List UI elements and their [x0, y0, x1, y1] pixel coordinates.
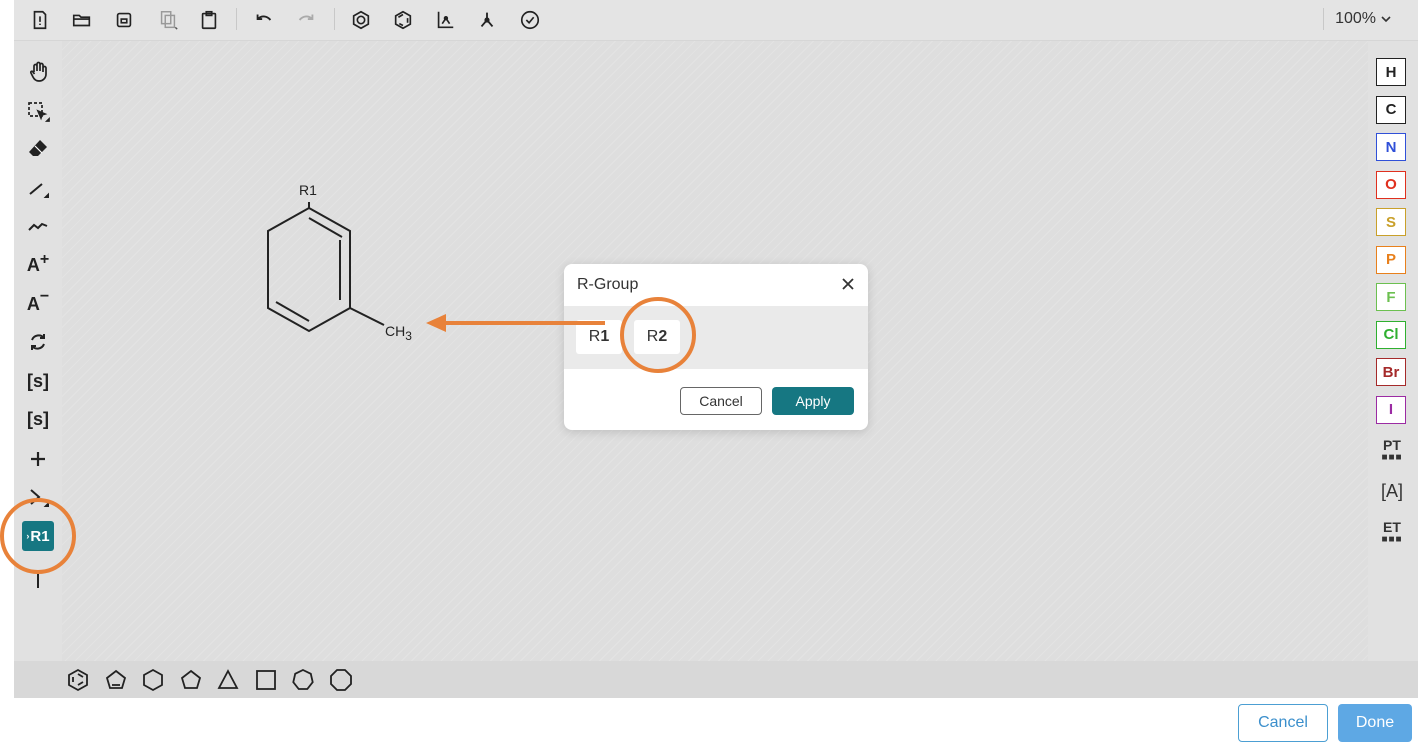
bottom-toolbar [14, 661, 1418, 698]
cyclohexane-icon[interactable] [141, 668, 165, 692]
cyclobutane-icon[interactable] [254, 668, 278, 692]
cycloheptane-icon[interactable] [291, 668, 315, 692]
periodic-table-button[interactable]: PT ■■■ [1376, 437, 1408, 463]
atom-button-s[interactable]: S [1376, 208, 1406, 236]
atom-button-i[interactable]: I [1376, 395, 1406, 424]
extended-table-label: ET [1383, 519, 1401, 535]
atom-button-cl[interactable]: Cl [1376, 320, 1406, 349]
any-atom-label: A [1385, 481, 1398, 501]
right-toolbar: H C N O S P F Cl Br I PT ■■■ [A] ET ■■■ [1368, 41, 1418, 661]
cancel-button[interactable]: Cancel [1238, 704, 1328, 742]
rgroup-r1-button[interactable]: R1 [576, 320, 622, 354]
atom-button-br[interactable]: Br [1376, 358, 1406, 386]
done-button[interactable]: Done [1338, 704, 1412, 742]
dialog-cancel-button[interactable]: Cancel [680, 387, 762, 415]
atom-button-f[interactable]: F [1376, 283, 1406, 311]
methyl-label: CH3 [385, 323, 412, 343]
rgroup-list: R1 R2 [564, 306, 868, 369]
r1-label: R1 [299, 182, 317, 198]
methyl-subscript: 3 [405, 329, 412, 343]
rgroup-r1-prefix: R [588, 328, 601, 345]
any-atom-button[interactable]: [A] [1376, 481, 1408, 502]
benzene-icon[interactable] [66, 668, 90, 692]
cyclopentane-icon[interactable] [179, 668, 203, 692]
cyclooctane-icon[interactable] [329, 668, 353, 692]
rgroup-dialog: R-Group R1 R2 Cancel Apply [564, 264, 868, 430]
atom-button-n[interactable]: N [1376, 133, 1406, 161]
dialog-apply-button[interactable]: Apply [772, 387, 854, 415]
atom-button-p[interactable]: P [1376, 245, 1406, 274]
atom-button-c[interactable]: C [1376, 95, 1406, 124]
cyclopropane-icon[interactable] [216, 668, 240, 692]
close-icon[interactable] [840, 276, 856, 292]
cyclopentadiene-icon[interactable] [104, 668, 128, 692]
rgroup-r2-number: 2 [658, 328, 668, 345]
dialog-title: R-Group [577, 276, 639, 293]
atom-button-o[interactable]: O [1376, 170, 1406, 199]
methyl-bond [349, 307, 385, 326]
methyl-ch: CH [385, 323, 405, 339]
benzene-ring [267, 202, 351, 333]
extended-table-button[interactable]: ET ■■■ [1376, 519, 1408, 545]
rgroup-r1-number: 1 [600, 328, 610, 345]
rgroup-r2-button[interactable]: R2 [634, 320, 680, 354]
periodic-table-label: PT [1383, 437, 1401, 453]
atom-button-h[interactable]: H [1376, 58, 1406, 86]
rgroup-r2-prefix: R [646, 328, 659, 345]
